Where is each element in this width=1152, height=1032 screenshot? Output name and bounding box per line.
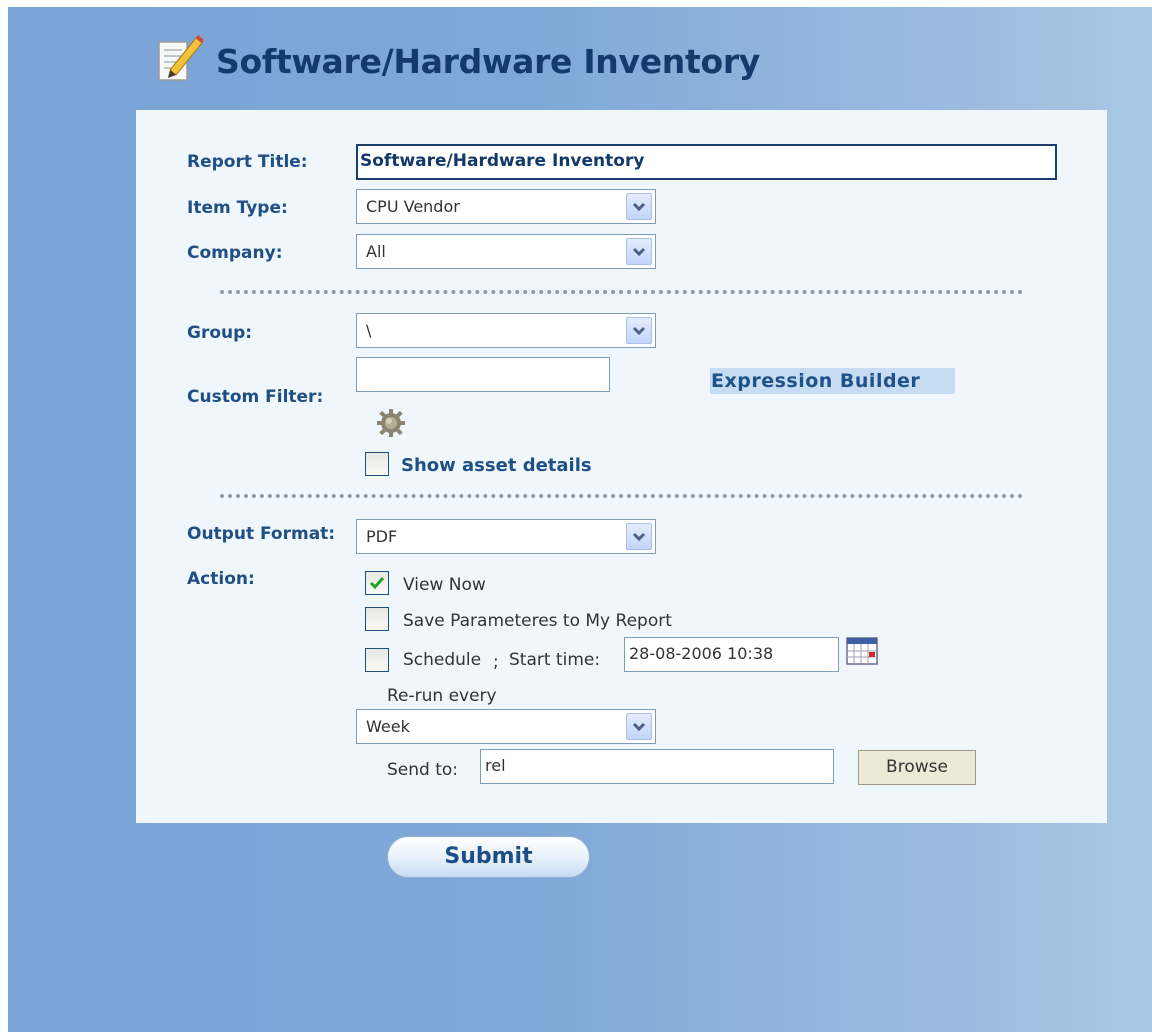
section-divider xyxy=(220,494,1023,498)
custom-filter-label: Custom Filter: xyxy=(187,387,324,407)
output-format-select[interactable]: PDF xyxy=(356,519,656,554)
start-time-label: Start time: xyxy=(509,650,601,670)
group-label: Group: xyxy=(187,323,253,343)
submit-button[interactable]: Submit xyxy=(387,836,590,878)
show-asset-details-checkbox[interactable] xyxy=(365,452,389,476)
chevron-down-icon[interactable] xyxy=(626,713,652,740)
send-to-label: Send to: xyxy=(387,760,459,780)
custom-filter-input[interactable] xyxy=(356,357,610,392)
section-divider xyxy=(220,290,1023,294)
output-format-label: Output Format: xyxy=(187,524,336,544)
item-type-label: Item Type: xyxy=(187,198,288,218)
browse-button[interactable]: Browse xyxy=(858,750,976,785)
group-value: \ xyxy=(366,321,372,340)
chevron-down-icon[interactable] xyxy=(626,317,652,344)
action-label: Action: xyxy=(187,569,255,589)
rerun-value: Week xyxy=(366,717,410,736)
company-label: Company: xyxy=(187,243,283,263)
report-title-label: Report Title: xyxy=(187,152,308,172)
view-now-label: View Now xyxy=(403,575,486,595)
schedule-separator: ; xyxy=(493,652,499,672)
send-to-input[interactable]: rel xyxy=(480,749,834,784)
item-type-select[interactable]: CPU Vendor xyxy=(356,189,656,224)
rerun-select[interactable]: Week xyxy=(356,709,656,744)
chevron-down-icon[interactable] xyxy=(626,238,652,265)
page-title: Software/Hardware Inventory xyxy=(216,42,761,81)
chevron-down-icon[interactable] xyxy=(626,193,652,220)
start-time-input[interactable]: 28-08-2006 10:38 xyxy=(624,637,839,672)
rerun-label: Re-run every xyxy=(387,686,497,706)
output-format-value: PDF xyxy=(366,527,398,546)
view-now-checkbox[interactable] xyxy=(365,571,389,595)
company-value: All xyxy=(366,242,386,261)
expression-builder-button[interactable]: Expression Builder xyxy=(710,368,955,394)
item-type-value: CPU Vendor xyxy=(366,197,460,216)
calendar-icon[interactable] xyxy=(846,636,878,666)
schedule-label: Schedule xyxy=(403,650,482,670)
chevron-down-icon[interactable] xyxy=(626,523,652,550)
report-title-input[interactable]: Software/Hardware Inventory xyxy=(356,144,1057,180)
save-parameters-checkbox[interactable] xyxy=(365,607,389,631)
company-select[interactable]: All xyxy=(356,234,656,269)
group-select[interactable]: \ xyxy=(356,313,656,348)
notepad-pencil-icon xyxy=(158,35,204,81)
schedule-checkbox[interactable] xyxy=(365,648,389,672)
check-icon xyxy=(369,577,385,590)
save-parameters-label: Save Parameteres to My Report xyxy=(403,611,672,631)
gear-icon[interactable] xyxy=(374,406,408,440)
show-asset-details-label: Show asset details xyxy=(401,455,592,476)
